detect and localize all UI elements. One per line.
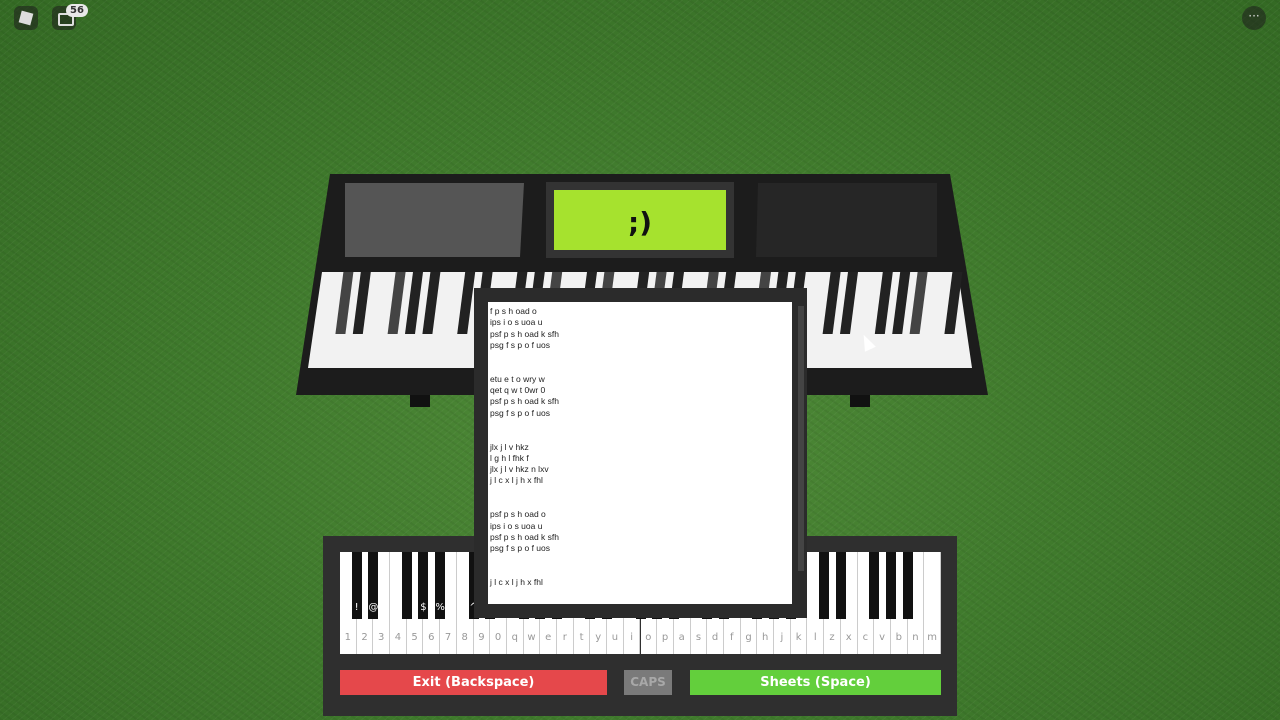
- sheet-window: f p s h oad o ips i o s uoa u psf p s h oa…: [474, 288, 807, 618]
- sheet-line: jlx j l v hkz: [490, 441, 529, 452]
- black-key[interactable]: $: [418, 552, 429, 619]
- sheet-line: j l c x l j h x fhl: [490, 475, 543, 486]
- sheet-line: jlx j l v hkz n lxv: [490, 464, 549, 475]
- sheet-scrollbar[interactable]: [798, 306, 804, 571]
- sheet-line: f p s h oad o: [490, 306, 537, 316]
- sheets-button[interactable]: Sheets (Space): [690, 670, 941, 695]
- sheet-line: ips i o s uoa u: [490, 520, 543, 531]
- black-key[interactable]: %: [435, 552, 446, 619]
- black-key[interactable]: [869, 552, 880, 619]
- sheet-line: [490, 430, 790, 441]
- black-key[interactable]: !: [351, 552, 362, 619]
- sheet-line: psf p s h oad k sfh: [490, 531, 559, 542]
- black-key[interactable]: [401, 552, 412, 619]
- sheet-line: [490, 555, 790, 566]
- sheet-line: psg f s p o f uos: [490, 339, 551, 350]
- black-key[interactable]: [902, 552, 913, 619]
- sheet-line: [490, 419, 790, 430]
- black-key[interactable]: [885, 552, 896, 619]
- sheet-line: j l c x l j h x fhl: [490, 577, 543, 588]
- sheet-text[interactable]: f p s h oad o ips i o s uoa u psf p s h oa…: [488, 302, 792, 604]
- sheet-line: psg f s p o f uos: [490, 543, 551, 554]
- sheet-line: etu e t o wry w: [490, 373, 545, 384]
- sheet-line: qet q w t 0wr 0: [490, 385, 546, 396]
- piano-screen-text: ;): [628, 206, 652, 239]
- sheet-line: l g h l fhk f: [490, 452, 529, 463]
- sheet-line: psg f s p o f uos: [490, 407, 551, 418]
- sheet-line: [490, 351, 790, 362]
- black-key[interactable]: [835, 552, 846, 619]
- sheet-line: ips i o s uoa u: [490, 317, 543, 328]
- sheet-line: [490, 362, 790, 373]
- sheet-line: [490, 566, 790, 577]
- sheet-line: [490, 498, 790, 509]
- piano-right-panel: [756, 183, 937, 257]
- sheet-line: psf p s h oad k sfh: [490, 328, 559, 339]
- piano-left-panel: [345, 183, 524, 257]
- caps-button[interactable]: CAPS: [624, 670, 672, 695]
- sheet-line: psf p s h oad o: [490, 509, 546, 520]
- sheet-line: [490, 487, 790, 498]
- sheet-line: psf p s h oad k sfh: [490, 396, 559, 407]
- black-key[interactable]: @: [368, 552, 379, 619]
- white-key[interactable]: m: [924, 552, 941, 654]
- exit-button[interactable]: Exit (Backspace): [340, 670, 607, 695]
- black-key[interactable]: [819, 552, 830, 619]
